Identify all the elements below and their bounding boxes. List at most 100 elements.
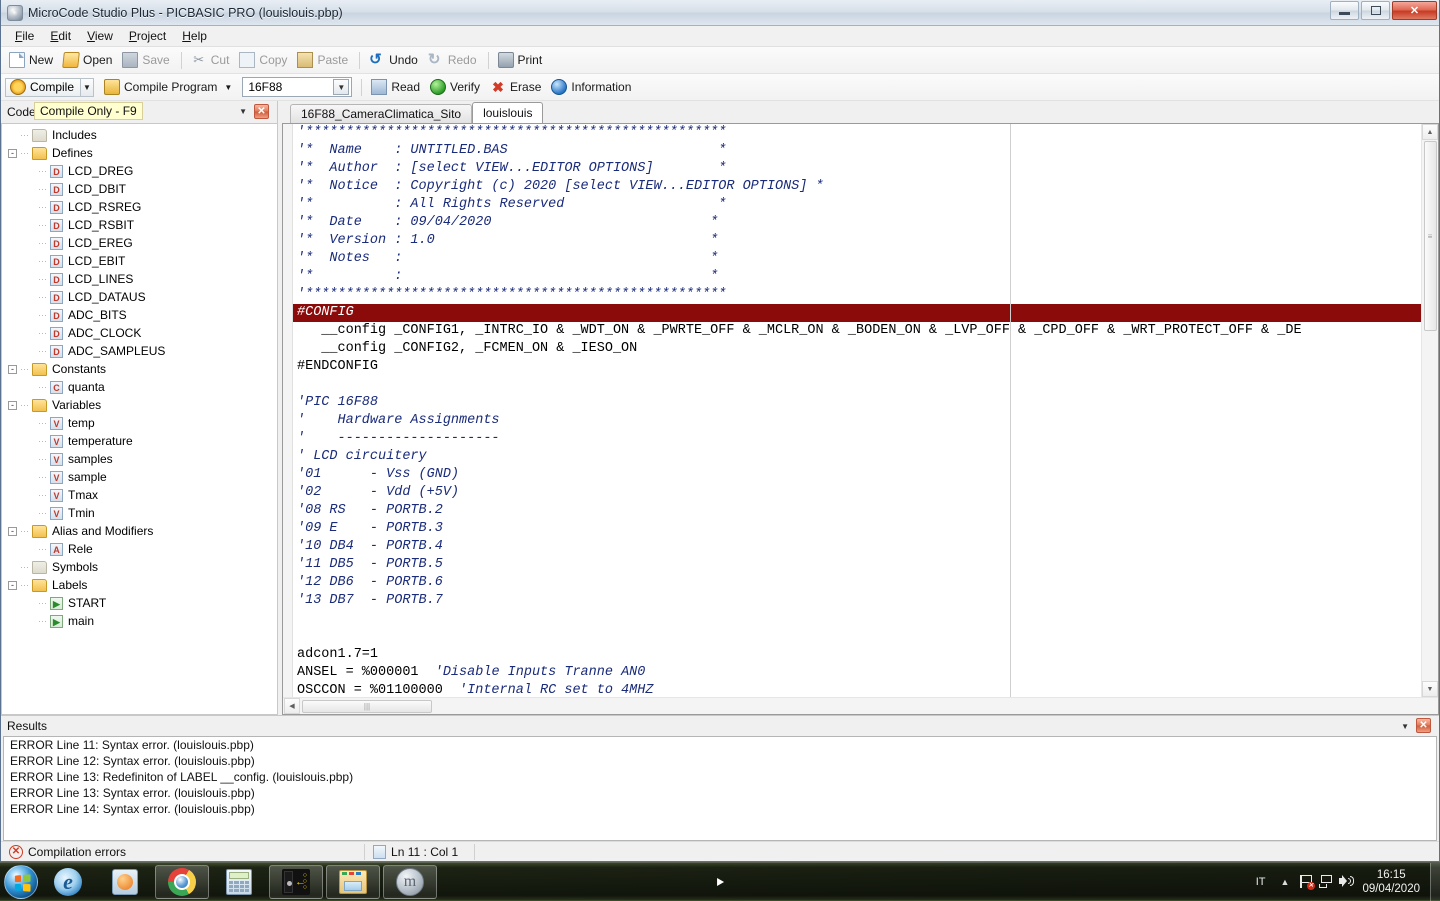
results-close-icon[interactable]: ✕ xyxy=(1416,718,1431,733)
tree-item-adc-clock[interactable]: ⋯DADC_CLOCK xyxy=(2,324,277,342)
code-line[interactable]: '10 DB4 - PORTB.4 xyxy=(293,538,1421,556)
horizontal-scroll-thumb[interactable]: ||| xyxy=(302,700,432,713)
code-line[interactable]: #CONFIG xyxy=(293,304,1421,322)
new-button[interactable]: New xyxy=(5,50,59,70)
start-orb[interactable] xyxy=(4,865,38,899)
code-line[interactable]: '11 DB5 - PORTB.5 xyxy=(293,556,1421,574)
code-line[interactable]: OSCCON = %01100000 'Internal RC set to 4… xyxy=(293,682,1421,697)
code-line[interactable]: '09 E - PORTB.3 xyxy=(293,520,1421,538)
show-hidden-icons-arrow-icon[interactable]: ▲ xyxy=(1274,877,1297,887)
code-line[interactable]: '13 DB7 - PORTB.7 xyxy=(293,592,1421,610)
open-button[interactable]: Open xyxy=(59,50,118,70)
results-list[interactable]: ERROR Line 11: Syntax error. (louislouis… xyxy=(3,736,1437,841)
scroll-down-arrow-icon[interactable]: ▼ xyxy=(1422,681,1438,697)
tree-item-quanta[interactable]: ⋯Cquanta xyxy=(2,378,277,396)
tree-item-adc-bits[interactable]: ⋯DADC_BITS xyxy=(2,306,277,324)
taskbar-microcode-studio[interactable]: m xyxy=(383,865,437,899)
minimize-button[interactable] xyxy=(1330,1,1359,20)
editor-tab-16f88-cameraclimatica-sito[interactable]: 16F88_CameraClimatica_Sito xyxy=(290,104,472,123)
information-button[interactable]: Information xyxy=(547,77,637,97)
menu-view[interactable]: View xyxy=(79,27,121,45)
tree-item-main[interactable]: ⋯▶main xyxy=(2,612,277,630)
code-line[interactable] xyxy=(293,376,1421,394)
tree-item-samples[interactable]: ⋯Vsamples xyxy=(2,450,277,468)
code-text-area[interactable]: '***************************************… xyxy=(293,124,1421,697)
code-line[interactable]: adcon1.7=1 xyxy=(293,646,1421,664)
tree-item-includes[interactable]: ⋯Includes xyxy=(2,126,277,144)
save-button[interactable]: Save xyxy=(118,50,175,70)
code-line[interactable]: '* : * xyxy=(293,268,1421,286)
code-explorer-close-icon[interactable]: ✕ xyxy=(254,104,269,119)
code-line[interactable]: '* Notes : * xyxy=(293,250,1421,268)
redo-button[interactable]: ↻ Redo xyxy=(424,50,483,70)
taskbar-internet-explorer[interactable]: e xyxy=(41,865,95,899)
code-line[interactable]: '02 - Vdd (+5V) xyxy=(293,484,1421,502)
vertical-scroll-thumb[interactable]: ≡ xyxy=(1424,141,1437,331)
compile-program-dropdown-arrow-icon[interactable]: ▼ xyxy=(224,83,232,92)
tree-expander-icon[interactable]: - xyxy=(8,149,17,158)
show-desktop-button[interactable] xyxy=(1430,863,1440,901)
compile-program-button[interactable]: Compile Program ▼ xyxy=(100,77,238,97)
scroll-up-arrow-icon[interactable]: ▲ xyxy=(1422,124,1438,140)
code-line[interactable]: '***************************************… xyxy=(293,124,1421,142)
code-explorer-dropdown-icon[interactable]: ▼ xyxy=(239,107,247,116)
close-button[interactable]: ✕ xyxy=(1392,1,1437,20)
tree-expander-icon[interactable]: - xyxy=(8,581,17,590)
tree-item-temperature[interactable]: ⋯Vtemperature xyxy=(2,432,277,450)
taskbar-google-chrome[interactable] xyxy=(155,865,209,899)
compile-split-button[interactable]: Compile ▼ xyxy=(5,78,94,97)
results-dropdown-icon[interactable]: ▼ xyxy=(1401,722,1409,731)
tree-item-rele[interactable]: ⋯ARele xyxy=(2,540,277,558)
tree-item-defines[interactable]: -⋯Defines xyxy=(2,144,277,162)
tree-item-lcd-dbit[interactable]: ⋯DLCD_DBIT xyxy=(2,180,277,198)
code-line[interactable]: __config _CONFIG1, _INTRC_IO & _WDT_ON &… xyxy=(293,322,1421,340)
code-line[interactable] xyxy=(293,628,1421,646)
tree-item-start[interactable]: ⋯▶START xyxy=(2,594,277,612)
chevron-down-icon[interactable]: ▼ xyxy=(333,79,349,95)
code-line[interactable]: '***************************************… xyxy=(293,286,1421,304)
cut-button[interactable]: ✂ Cut xyxy=(187,50,236,70)
editor-horizontal-scrollbar[interactable]: ◀ ||| xyxy=(283,697,1438,714)
tree-item-lcd-rsbit[interactable]: ⋯DLCD_RSBIT xyxy=(2,216,277,234)
undo-button[interactable]: ↺ Undo xyxy=(365,50,424,70)
tree-item-labels[interactable]: -⋯Labels xyxy=(2,576,277,594)
code-line[interactable]: ' Hardware Assignments xyxy=(293,412,1421,430)
network-button[interactable] xyxy=(1316,872,1336,892)
read-button[interactable]: Read xyxy=(367,77,426,97)
tree-item-alias-and-modifiers[interactable]: -⋯Alias and Modifiers xyxy=(2,522,277,540)
code-line[interactable]: '* Author : [select VIEW...EDITOR OPTION… xyxy=(293,160,1421,178)
code-line[interactable]: '12 DB6 - PORTB.6 xyxy=(293,574,1421,592)
code-line[interactable]: 'PIC 16F88 xyxy=(293,394,1421,412)
result-row[interactable]: ERROR Line 12: Syntax error. (louislouis… xyxy=(4,754,1436,770)
menu-project[interactable]: Project xyxy=(121,27,174,45)
tree-item-adc-sampleus[interactable]: ⋯DADC_SAMPLEUS xyxy=(2,342,277,360)
tree-item-temp[interactable]: ⋯Vtemp xyxy=(2,414,277,432)
result-row[interactable]: ERROR Line 13: Syntax error. (louislouis… xyxy=(4,786,1436,802)
maximize-button[interactable] xyxy=(1361,1,1390,20)
tree-item-lcd-rsreg[interactable]: ⋯DLCD_RSREG xyxy=(2,198,277,216)
result-row[interactable]: ERROR Line 14: Syntax error. (louislouis… xyxy=(4,802,1436,818)
taskbar-file-explorer[interactable] xyxy=(326,865,380,899)
code-line[interactable]: #ENDCONFIG xyxy=(293,358,1421,376)
code-line[interactable]: '* Version : 1.0 * xyxy=(293,232,1421,250)
scroll-left-arrow-icon[interactable]: ◀ xyxy=(284,698,300,714)
code-line[interactable]: '* : All Rights Reserved * xyxy=(293,196,1421,214)
result-row[interactable]: ERROR Line 11: Syntax error. (louislouis… xyxy=(4,738,1436,754)
volume-button[interactable] xyxy=(1336,872,1356,892)
menu-edit[interactable]: Edit xyxy=(42,27,79,45)
tree-item-constants[interactable]: -⋯Constants xyxy=(2,360,277,378)
clock[interactable]: 16:15 09/04/2020 xyxy=(1356,868,1430,896)
editor-tab-louislouis[interactable]: louislouis xyxy=(472,102,543,123)
code-line[interactable]: ' -------------------- xyxy=(293,430,1421,448)
editor-vertical-scrollbar[interactable]: ▲ ≡ ▼ xyxy=(1421,124,1438,697)
paste-button[interactable]: Paste xyxy=(293,50,354,70)
action-center-button[interactable]: ✕ xyxy=(1296,872,1316,892)
code-line[interactable]: '08 RS - PORTB.2 xyxy=(293,502,1421,520)
language-indicator[interactable]: IT xyxy=(1248,876,1274,888)
code-line[interactable]: '* Name : UNTITLED.BAS * xyxy=(293,142,1421,160)
tree-expander-icon[interactable]: - xyxy=(8,401,17,410)
tree-item-lcd-dreg[interactable]: ⋯DLCD_DREG xyxy=(2,162,277,180)
code-line[interactable]: ' LCD circuitery xyxy=(293,448,1421,466)
code-line[interactable]: __config _CONFIG2, _FCMEN_ON & _IESO_ON xyxy=(293,340,1421,358)
compile-dropdown-arrow-icon[interactable]: ▼ xyxy=(81,78,94,97)
